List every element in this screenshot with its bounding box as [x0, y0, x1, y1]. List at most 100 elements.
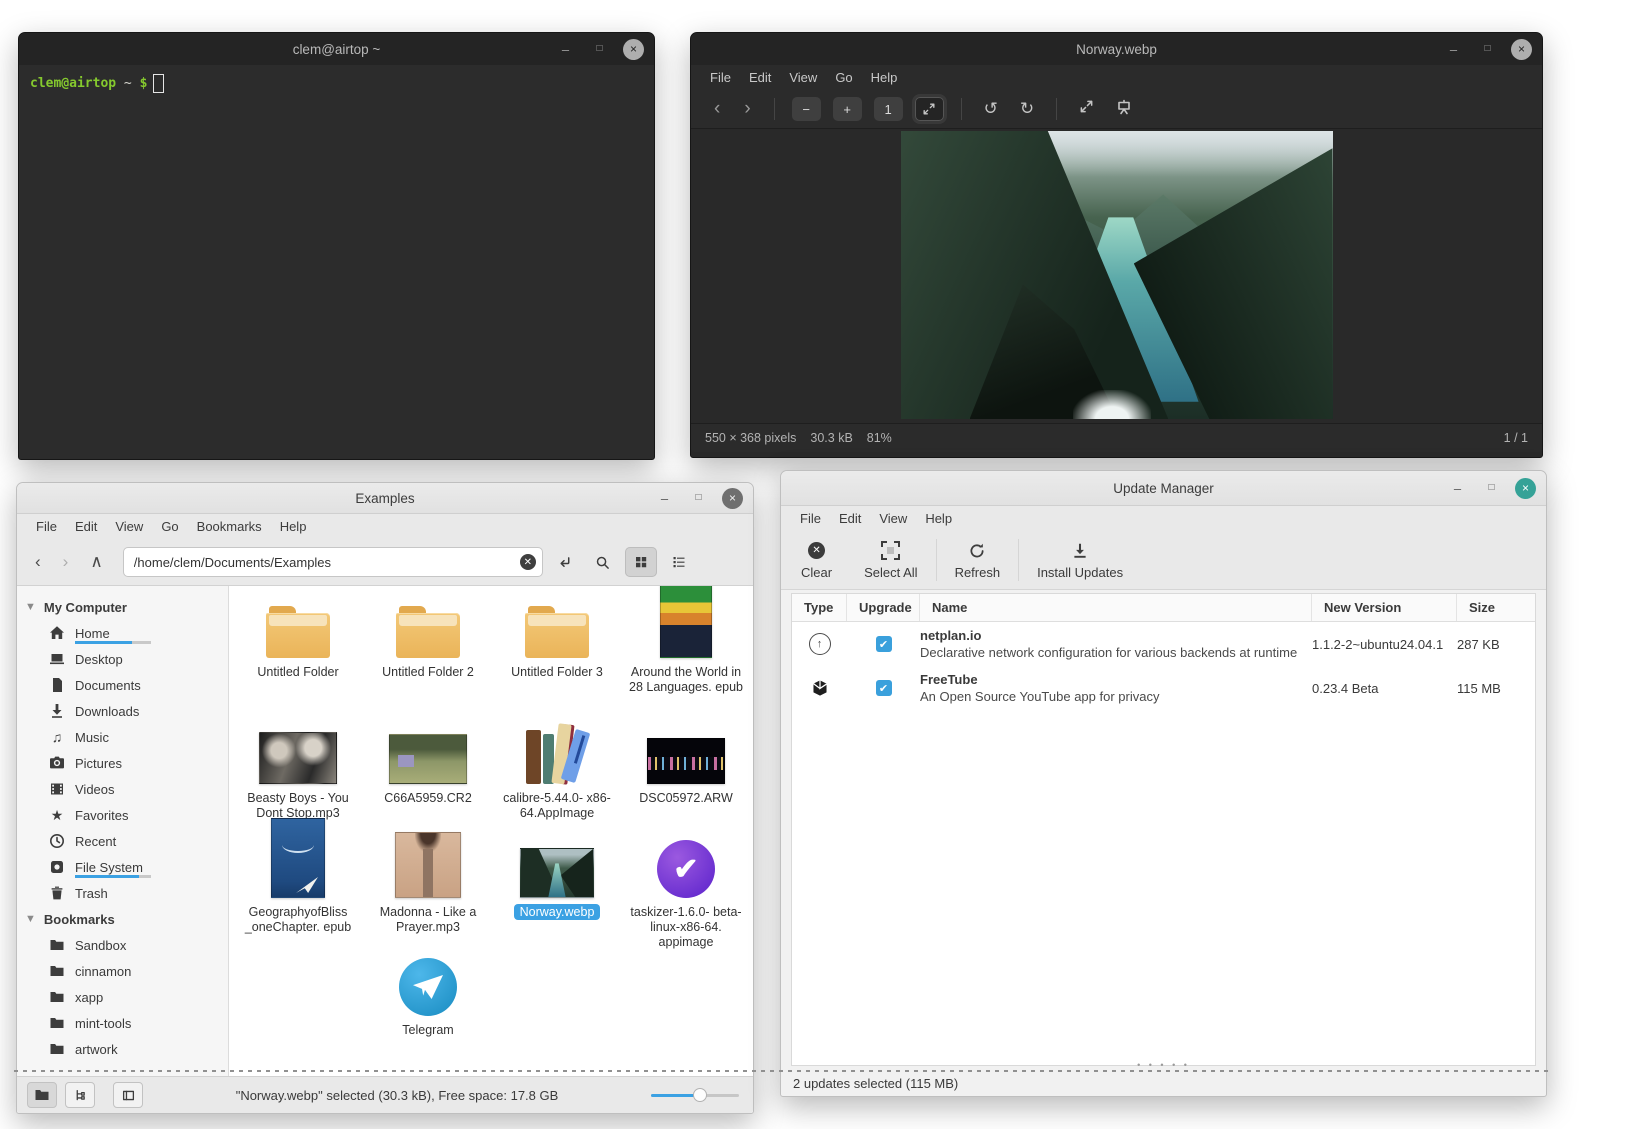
menu-help[interactable]: Help [271, 514, 316, 539]
zoom-in-button[interactable]: + [833, 97, 862, 121]
file-item-untitled-folder-2[interactable]: Untitled Folder 2 [367, 594, 489, 680]
menu-edit[interactable]: Edit [66, 514, 106, 539]
grid-view-button[interactable] [625, 547, 657, 577]
upgrade-checkbox[interactable]: ✔ [876, 680, 892, 696]
menu-file[interactable]: File [27, 514, 66, 539]
close-button[interactable]: × [722, 488, 743, 509]
enter-location-icon[interactable] [549, 547, 581, 577]
forward-icon[interactable]: › [735, 98, 759, 120]
menu-view[interactable]: View [106, 514, 152, 539]
column-header-size[interactable]: Size [1457, 594, 1535, 621]
zoom-out-button[interactable]: − [792, 97, 821, 121]
list-view-button[interactable] [663, 547, 695, 577]
minimize-button[interactable]: – [1443, 39, 1464, 60]
sidebar-item-recent[interactable]: Recent [17, 828, 228, 854]
file-item-untitled-folder-3[interactable]: Untitled Folder 3 [496, 594, 618, 680]
menu-help[interactable]: Help [916, 506, 961, 531]
sidebar-item-music[interactable]: ♫ Music [17, 724, 228, 750]
refresh-button[interactable]: Refresh [939, 531, 1017, 589]
file-item-beasty-boys-mp3[interactable]: Beasty Boys - You Dont Stop.mp3 [237, 720, 359, 821]
sidebar-item-sandbox[interactable]: Sandbox [17, 932, 228, 958]
maximize-button[interactable]: □ [688, 488, 709, 509]
file-item-dsc05972-arw[interactable]: DSC05972.ARW [625, 720, 747, 806]
menu-help[interactable]: Help [862, 65, 907, 90]
sidebar-item-desktop[interactable]: Desktop [17, 646, 228, 672]
maximize-button[interactable]: □ [589, 39, 610, 60]
zoom-normal-button[interactable]: 1 [874, 97, 903, 121]
zoom-slider[interactable] [651, 1088, 739, 1102]
menu-file[interactable]: File [701, 65, 740, 90]
install-updates-button[interactable]: Install Updates [1021, 531, 1139, 589]
fullscreen-icon[interactable] [1071, 99, 1102, 119]
close-button[interactable]: × [623, 39, 644, 60]
menu-view[interactable]: View [780, 65, 826, 90]
rotate-right-icon[interactable]: ↻ [1012, 99, 1042, 119]
select-all-button[interactable]: Select All [848, 531, 933, 589]
sidebar-item-home[interactable]: Home [17, 620, 228, 646]
column-header-new-version[interactable]: New Version [1312, 594, 1457, 621]
pane-splitter[interactable]: • • • • • [781, 1060, 1546, 1070]
file-item-telegram[interactable]: Telegram [367, 952, 489, 1038]
close-button[interactable]: × [1515, 478, 1536, 499]
terminal-titlebar[interactable]: clem@airtop ~ – □ × [19, 33, 654, 65]
location-input[interactable] [123, 547, 543, 577]
maximize-button[interactable]: □ [1477, 39, 1498, 60]
update-row-freetube[interactable]: ✔ FreeTube An Open Source YouTube app fo… [792, 666, 1535, 710]
file-item-norway-webp-selected[interactable]: Norway.webp [496, 834, 618, 920]
toggle-sidebar-button[interactable] [113, 1082, 143, 1108]
sidebar-item-xapp[interactable]: xapp [17, 984, 228, 1010]
slideshow-icon[interactable] [1108, 99, 1140, 120]
menu-edit[interactable]: Edit [740, 65, 780, 90]
nemo-titlebar[interactable]: Examples – □ × [17, 483, 753, 514]
file-item-geography-of-bliss-epub[interactable]: GeographyofBliss _oneChapter. epub [237, 834, 359, 935]
close-button[interactable]: × [1511, 39, 1532, 60]
file-grid[interactable]: Untitled Folder Untitled Folder 2 Untitl… [229, 586, 753, 1076]
up-icon[interactable]: ∧ [82, 552, 110, 572]
terminal-screen[interactable]: clem@airtop ~ $ [19, 65, 654, 102]
slider-knob[interactable] [693, 1088, 707, 1102]
sidebar-item-file-system[interactable]: File System [17, 854, 228, 880]
minimize-button[interactable]: – [1447, 478, 1468, 499]
sidebar-item-documents[interactable]: Documents [17, 672, 228, 698]
back-icon[interactable]: ‹ [705, 98, 729, 120]
update-row-netplan[interactable]: ↑ ✔ netplan.io Declarative network confi… [792, 622, 1535, 666]
column-header-upgrade[interactable]: Upgrade [847, 594, 920, 621]
sidebar-section-bookmarks[interactable]: ▼ Bookmarks [17, 906, 228, 932]
minimize-button[interactable]: – [555, 39, 576, 60]
chevron-down-icon[interactable]: ▼ [25, 913, 36, 925]
column-header-name[interactable]: Name [920, 594, 1312, 621]
treeview-pane-button[interactable] [65, 1082, 95, 1108]
sidebar-item-trash[interactable]: Trash [17, 880, 228, 906]
search-icon[interactable] [587, 547, 619, 577]
menu-file[interactable]: File [791, 506, 830, 531]
sidebar-item-artwork[interactable]: artwork [17, 1036, 228, 1062]
menu-view[interactable]: View [870, 506, 916, 531]
file-item-untitled-folder[interactable]: Untitled Folder [237, 594, 359, 680]
rotate-left-icon[interactable]: ↺ [976, 99, 1006, 119]
chevron-down-icon[interactable]: ▼ [25, 601, 36, 613]
menu-go[interactable]: Go [826, 65, 861, 90]
sidebar-item-favorites[interactable]: ★ Favorites [17, 802, 228, 828]
viewer-titlebar[interactable]: Norway.webp – □ × [691, 33, 1542, 65]
file-item-taskizer-appimage[interactable]: ✔ taskizer-1.6.0- beta-linux-x86-64. app… [625, 834, 747, 949]
file-item-around-the-world-epub[interactable]: Around the World in 28 Languages. epub [625, 594, 747, 695]
updates-list[interactable]: Type Upgrade Name New Version Size ↑ ✔ n… [791, 593, 1536, 1066]
sidebar-item-downloads[interactable]: Downloads [17, 698, 228, 724]
file-item-calibre-appimage[interactable]: calibre-5.44.0- x86-64.AppImage [496, 720, 618, 821]
viewer-canvas[interactable] [691, 129, 1542, 423]
um-titlebar[interactable]: Update Manager – □ × [781, 471, 1546, 506]
file-item-madonna-mp3[interactable]: Madonna - Like a Prayer.mp3 [367, 834, 489, 935]
back-icon[interactable]: ‹ [27, 552, 49, 572]
column-header-type[interactable]: Type [792, 594, 847, 621]
sidebar-item-mint-tools[interactable]: mint-tools [17, 1010, 228, 1036]
menu-bookmarks[interactable]: Bookmarks [188, 514, 271, 539]
clear-button[interactable]: ✕ Clear [785, 531, 848, 589]
sidebar-item-cinnamon[interactable]: cinnamon [17, 958, 228, 984]
zoom-fit-button[interactable] [915, 97, 944, 121]
menu-go[interactable]: Go [152, 514, 187, 539]
forward-icon[interactable]: › [55, 552, 77, 572]
minimize-button[interactable]: – [654, 488, 675, 509]
clear-location-icon[interactable]: ✕ [520, 554, 536, 570]
menu-edit[interactable]: Edit [830, 506, 870, 531]
maximize-button[interactable]: □ [1481, 478, 1502, 499]
